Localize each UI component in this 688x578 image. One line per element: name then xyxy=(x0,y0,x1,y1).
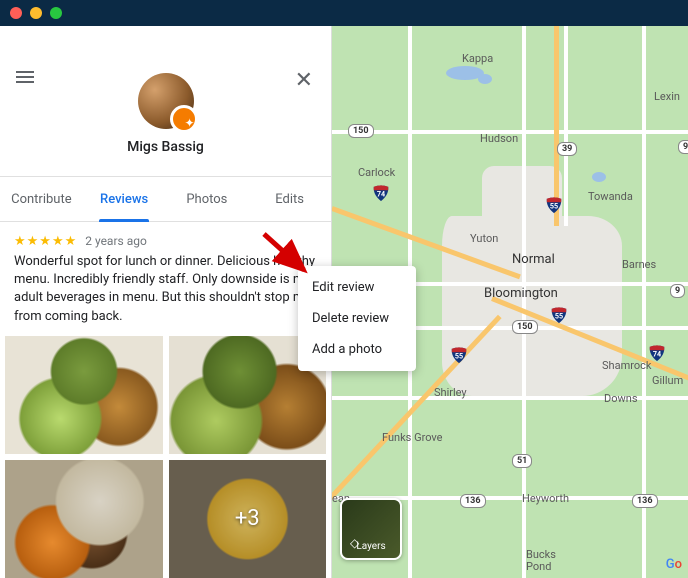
interstate-shield: 55 xyxy=(550,306,568,324)
map-label: Carlock xyxy=(358,166,395,179)
tab-reviews[interactable]: Reviews xyxy=(83,177,166,221)
route-shield: 136 xyxy=(460,494,486,508)
layers-label: Layers xyxy=(356,541,385,552)
route-shield: 150 xyxy=(348,124,374,138)
photo-grid: +3 xyxy=(0,336,331,578)
interstate-shield: 74 xyxy=(372,184,390,202)
svg-text:74: 74 xyxy=(377,190,385,199)
callout-arrow xyxy=(260,230,320,290)
map-label: Gillum xyxy=(652,374,683,387)
map-label: Hudson xyxy=(480,132,518,145)
interstate-shield: 74 xyxy=(648,344,666,362)
map-water xyxy=(478,74,492,84)
route-shield: 39 xyxy=(557,142,577,156)
menu-delete-review[interactable]: Delete review xyxy=(298,303,416,334)
window-close-button[interactable] xyxy=(10,7,22,19)
avatar[interactable]: ✦ xyxy=(138,73,194,129)
close-icon[interactable]: ✕ xyxy=(295,68,313,93)
map-label: Kappa xyxy=(462,52,493,65)
svg-text:55: 55 xyxy=(555,312,563,321)
route-shield: 9 xyxy=(670,284,685,298)
tab-photos[interactable]: Photos xyxy=(166,177,249,221)
more-photos-label: +3 xyxy=(169,460,327,578)
window-minimize-button[interactable] xyxy=(30,7,42,19)
route-shield: 9 xyxy=(678,140,688,154)
map-label: Pond xyxy=(526,560,551,573)
tab-edits[interactable]: Edits xyxy=(248,177,331,221)
map-label: Downs xyxy=(604,392,638,405)
route-shield: 51 xyxy=(512,454,532,468)
map-label: Funks Grove xyxy=(382,431,442,444)
svg-text:55: 55 xyxy=(550,202,558,211)
tab-contribute[interactable]: Contribute xyxy=(0,177,83,221)
map-label: Lexin xyxy=(654,90,680,103)
tabs: Contribute Reviews Photos Edits xyxy=(0,176,331,222)
review-photo-1[interactable] xyxy=(5,336,163,454)
profile-panel: ✕ ✦ Migs Bassig Contribute Reviews Photo… xyxy=(0,26,332,578)
profile-name: Migs Bassig xyxy=(127,139,204,155)
map-label: Towanda xyxy=(588,190,633,203)
map-label: Bloomington xyxy=(484,286,558,301)
map-water xyxy=(592,172,606,182)
window-titlebar xyxy=(0,0,688,26)
review-photo-3[interactable] xyxy=(5,460,163,578)
map-label: Normal xyxy=(512,252,555,267)
map-brand: Go xyxy=(666,557,682,572)
review-time: 2 years ago xyxy=(85,234,147,248)
hamburger-menu-icon[interactable] xyxy=(16,68,34,86)
map-label: Barnes xyxy=(622,258,656,271)
star-rating-icon: ★★★★★ xyxy=(14,234,77,249)
layers-button[interactable]: ◇ Layers xyxy=(340,498,402,560)
layers-icon: ◇ xyxy=(350,536,359,550)
interstate-shield: 55 xyxy=(545,196,563,214)
map-road xyxy=(564,26,568,226)
menu-add-photo[interactable]: Add a photo xyxy=(298,334,416,365)
map-label: Shamrock xyxy=(602,359,651,372)
map-label: Yuton xyxy=(470,232,498,245)
window-maximize-button[interactable] xyxy=(50,7,62,19)
svg-text:55: 55 xyxy=(455,352,463,361)
map-urban-area xyxy=(442,216,622,396)
route-shield: 150 xyxy=(512,320,538,334)
review-photo-more[interactable]: +3 xyxy=(169,460,327,578)
interstate-shield: 55 xyxy=(450,346,468,364)
map-label: Shirley xyxy=(434,386,467,399)
map-label: Heyworth xyxy=(522,492,569,505)
route-shield: 136 xyxy=(632,494,658,508)
svg-text:74: 74 xyxy=(653,350,661,359)
